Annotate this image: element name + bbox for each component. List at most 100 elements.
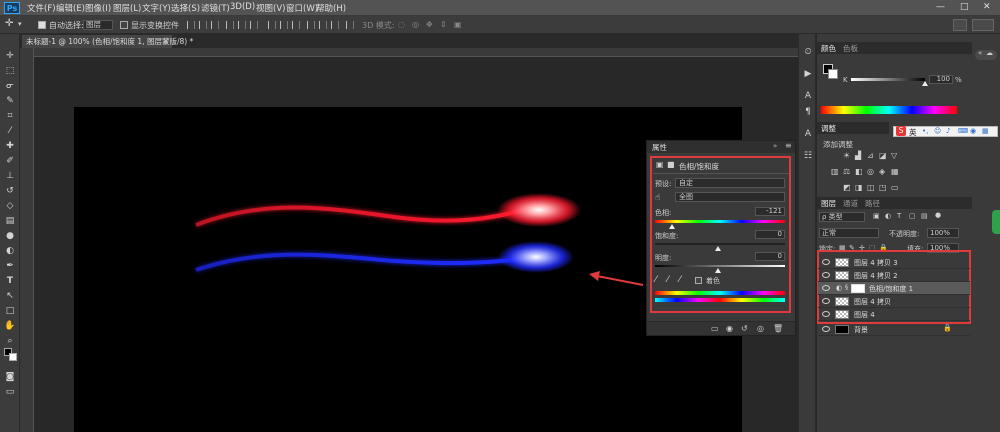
layer-row-selected[interactable]: ◐ § 色相/饱和度 1 [818, 282, 970, 295]
threshold-icon[interactable]: ◫ [867, 183, 875, 192]
preset-dropdown[interactable]: 自定 [675, 178, 785, 188]
eyedropper-subtract-icon[interactable]: ⁄ [679, 275, 681, 285]
color-lookup-icon[interactable]: ▦ [891, 167, 899, 176]
vibrance-icon[interactable]: ▽ [891, 151, 897, 160]
color-balance-icon[interactable]: ⚖ [843, 167, 850, 176]
3d-rotate-icon[interactable]: ◌ [398, 20, 405, 29]
distribute-right-icon[interactable] [331, 21, 339, 29]
ime-emoji-icon[interactable]: ☺ [934, 127, 941, 135]
history-icon[interactable]: ⏲ [802, 46, 814, 58]
eyedropper-icon[interactable]: ⁄ [4, 125, 16, 137]
delete-icon[interactable]: 🗑 [773, 324, 783, 333]
tab-adjustments[interactable]: 调整 [821, 123, 836, 134]
menu-window[interactable]: 窗口(W) [286, 2, 318, 14]
eye-icon[interactable] [822, 298, 830, 304]
view-previous-icon[interactable]: ◉ [726, 324, 733, 333]
align-vcenter-icon[interactable] [199, 21, 207, 29]
properties-icon[interactable]: ☷ [802, 150, 814, 162]
align-left-icon[interactable] [226, 21, 234, 29]
horizontal-ruler[interactable] [34, 48, 800, 57]
hue-sat-icon[interactable]: ▥ [831, 167, 839, 176]
menu-file[interactable]: 文件(F) [27, 2, 56, 14]
clip-to-layer-icon[interactable]: ▭ [711, 324, 719, 333]
healing-icon[interactable]: ✚ [4, 140, 16, 152]
colorize-checkbox[interactable] [695, 277, 702, 284]
eye-icon[interactable] [822, 311, 830, 317]
character-icon[interactable]: A [802, 90, 814, 102]
ime-tools-icon[interactable]: ▦ [982, 127, 989, 135]
range-dropdown[interactable]: 全图 [675, 192, 785, 202]
3d-pan-icon[interactable]: ✥ [426, 20, 433, 29]
layer-mask-thumbnail[interactable] [851, 284, 865, 293]
k-input[interactable]: 100 [929, 75, 953, 84]
menu-layer[interactable]: 图层(L) [113, 2, 141, 14]
brightness-icon[interactable]: ☀ [843, 151, 850, 160]
eraser-icon[interactable]: ◇ [4, 200, 16, 212]
eye-icon[interactable] [822, 285, 830, 291]
tab-layers[interactable]: 图层 [821, 198, 836, 209]
move-tool-icon[interactable]: ✛ [5, 18, 13, 29]
tab-channels[interactable]: 通道 [843, 198, 858, 209]
stamp-icon[interactable]: ⊥ [4, 170, 16, 182]
eye-icon[interactable] [822, 326, 830, 332]
background-color-swatch[interactable] [9, 353, 17, 361]
menu-select[interactable]: 选择(S) [171, 2, 200, 14]
auto-select-checkbox[interactable] [38, 21, 46, 29]
search-button[interactable] [972, 19, 994, 31]
layer-name[interactable]: 背景 [854, 325, 868, 335]
menu-help[interactable]: 帮助(H) [316, 2, 346, 14]
brush-icon[interactable]: ✐ [4, 155, 16, 167]
paragraph-icon[interactable]: ¶ [802, 106, 814, 118]
posterize-icon[interactable]: ◨ [855, 183, 863, 192]
panel-menu-icon[interactable]: ≡ [785, 141, 792, 150]
menu-3d[interactable]: 3D(D) [230, 2, 255, 12]
gradient-icon[interactable]: ▤ [4, 215, 16, 227]
color-spectrum[interactable] [821, 106, 957, 114]
collapse-panels-button[interactable]: « ☁ [975, 49, 997, 60]
maximize-icon[interactable]: □ [960, 2, 969, 12]
k-slider-handle[interactable] [922, 81, 928, 86]
lightness-slider-track[interactable] [655, 265, 785, 267]
screen-mode-icon[interactable]: ▭ [4, 386, 16, 398]
background-color[interactable] [828, 69, 838, 79]
hue-input[interactable]: -121 [755, 207, 785, 216]
curves-icon[interactable]: ⊿ [867, 151, 874, 160]
properties-header[interactable]: 属性 » ≡ [647, 141, 795, 153]
selective-color-icon[interactable]: ◳ [879, 183, 887, 192]
quick-select-icon[interactable]: ✎ [4, 95, 16, 107]
opacity-input[interactable]: 100% [927, 228, 959, 238]
eyedropper-add-icon[interactable]: ⁄ [667, 275, 669, 285]
black-white-icon[interactable]: ◧ [855, 167, 863, 176]
distribute-left-icon[interactable] [307, 21, 315, 29]
eye-icon[interactable] [822, 272, 830, 278]
type-icon[interactable]: T [4, 275, 16, 287]
actions-icon[interactable]: ▶ [802, 68, 814, 80]
filter-pixel-icon[interactable]: ▣ [873, 212, 880, 220]
path-select-icon[interactable]: ↖ [4, 290, 16, 302]
menu-filter[interactable]: 滤镜(T) [201, 2, 230, 14]
ime-voice-icon[interactable]: ♪ [946, 127, 950, 135]
document-close-icon[interactable]: ✕ [163, 35, 169, 48]
eye-icon[interactable] [822, 259, 830, 265]
filter-toggle-icon[interactable]: ● [935, 211, 941, 219]
ime-punct-icon[interactable]: •, [922, 127, 928, 135]
layer-row[interactable]: 图层 4 [818, 308, 970, 321]
invert-icon[interactable]: ◩ [843, 183, 851, 192]
marquee-icon[interactable]: ⬚ [4, 65, 16, 77]
zoom-icon[interactable]: ⌕ [4, 335, 16, 347]
blur-icon[interactable]: ● [4, 230, 16, 242]
quick-mask-icon[interactable]: ◙ [4, 371, 16, 383]
align-top-icon[interactable] [187, 21, 195, 29]
layer-name[interactable]: 图层 4 [854, 310, 875, 320]
pen-icon[interactable]: ✒ [4, 260, 16, 272]
close-icon[interactable]: ✕ [983, 2, 991, 12]
align-right-icon[interactable] [250, 21, 258, 29]
tab-swatches[interactable]: 色板 [843, 43, 858, 54]
photo-filter-icon[interactable]: ◎ [867, 167, 874, 176]
saturation-slider-track[interactable] [655, 243, 785, 245]
saturation-slider-handle[interactable] [715, 246, 721, 251]
auto-select-dropdown[interactable]: 图层 [83, 20, 113, 30]
filter-smart-icon[interactable]: ▤ [921, 212, 928, 220]
distribute-vcenter-icon[interactable] [280, 21, 288, 29]
visibility-icon[interactable]: ◎ [757, 324, 764, 333]
